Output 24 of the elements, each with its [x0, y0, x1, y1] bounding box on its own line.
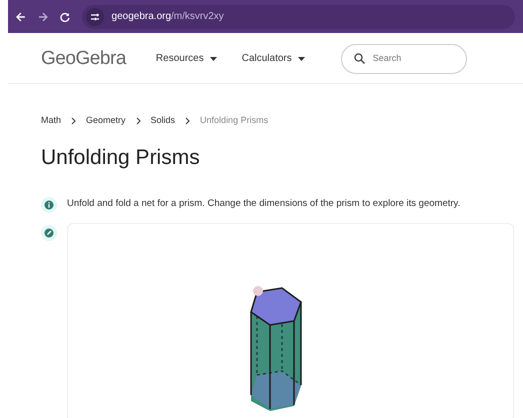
breadcrumb-link[interactable]: Math [41, 114, 62, 128]
breadcrumb-link[interactable]: Unfolding Prisms [200, 114, 268, 128]
reload-icon[interactable] [60, 12, 70, 22]
caret-icon [210, 56, 217, 60]
info-icon [41, 196, 57, 212]
search-field[interactable]: Search [372, 52, 453, 66]
breadcrumb-link[interactable]: Solids [150, 114, 176, 128]
caret-icon [298, 56, 305, 60]
nav-menu-button[interactable]: Resources [156, 51, 217, 66]
site-settings-icon[interactable] [86, 8, 104, 26]
forward-icon[interactable] [38, 12, 48, 22]
nav-menu-button[interactable]: Calculators [242, 51, 305, 66]
address-field[interactable]: geogebra.org/m/ksvrv2xy [112, 9, 224, 24]
description-text: Unfold and fold a net for a prism. Change the dimensions of the prism to explore its geometry. [67, 197, 460, 212]
chevron-icon [185, 116, 190, 125]
chevron-icon [71, 116, 76, 125]
chevron-icon [136, 116, 141, 125]
search-icon [354, 53, 365, 64]
geogebra-logo[interactable]: GeoGebra [41, 46, 126, 70]
breadcrumb-link[interactable]: Geometry [86, 114, 126, 128]
back-icon[interactable] [16, 12, 26, 22]
page-title: Unfolding Prisms [41, 146, 201, 168]
search-bar[interactable]: Search [340, 44, 467, 74]
pencil-icon [41, 224, 57, 240]
